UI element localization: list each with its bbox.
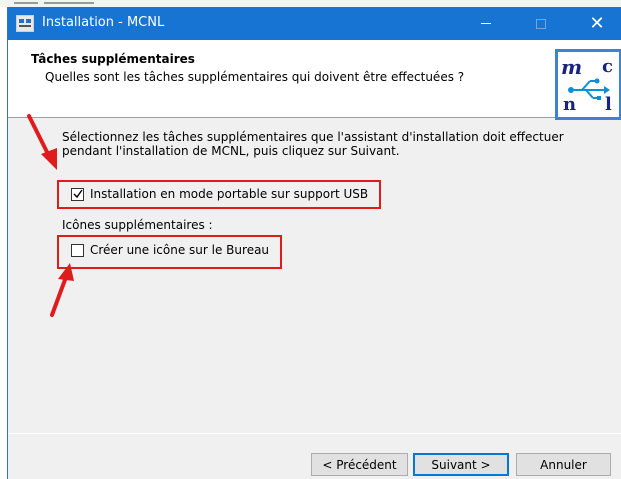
next-button[interactable]: Suivant > [413, 453, 509, 476]
minimize-icon [481, 23, 491, 24]
top-strip [0, 0, 621, 7]
back-button[interactable]: < Précédent [311, 453, 408, 476]
page-subtitle: Quelles sont les tâches supplémentaires … [45, 70, 465, 84]
logo-letter: n [563, 94, 576, 115]
annotation-box [57, 235, 282, 269]
wizard-header: Tâches supplémentaires Quelles sont les … [8, 40, 621, 120]
annotation-arrow-icon [27, 114, 57, 170]
strip-mark [14, 2, 38, 4]
instructions-text: Sélectionnez les tâches supplémentaires … [62, 130, 564, 158]
window-title: Installation - MCNL [42, 15, 165, 30]
icons-section-label: Icônes supplémentaires : [62, 218, 213, 232]
strip-mark [44, 2, 94, 4]
cancel-button[interactable]: Annuler [516, 453, 611, 476]
logo-letter: m [561, 55, 582, 79]
footer-divider [8, 433, 621, 434]
close-icon: ✕ [589, 12, 605, 34]
annotation-arrow-icon [50, 263, 74, 317]
logo-letter: c [602, 56, 613, 77]
maximize-icon [536, 18, 546, 29]
annotation-box [57, 180, 381, 209]
maximize-button[interactable] [518, 7, 564, 40]
logo-letter: l [605, 94, 612, 115]
mcnl-logo: m c n l [555, 49, 621, 120]
installer-window: Installation - MCNL ✕ Tâches supplémenta… [7, 7, 621, 479]
usb-icon [572, 80, 604, 99]
title-bar[interactable]: Installation - MCNL ✕ [8, 7, 621, 40]
close-button[interactable]: ✕ [574, 7, 620, 40]
app-icon [16, 15, 34, 32]
page-title: Tâches supplémentaires [31, 52, 195, 66]
minimize-button[interactable] [463, 7, 509, 40]
